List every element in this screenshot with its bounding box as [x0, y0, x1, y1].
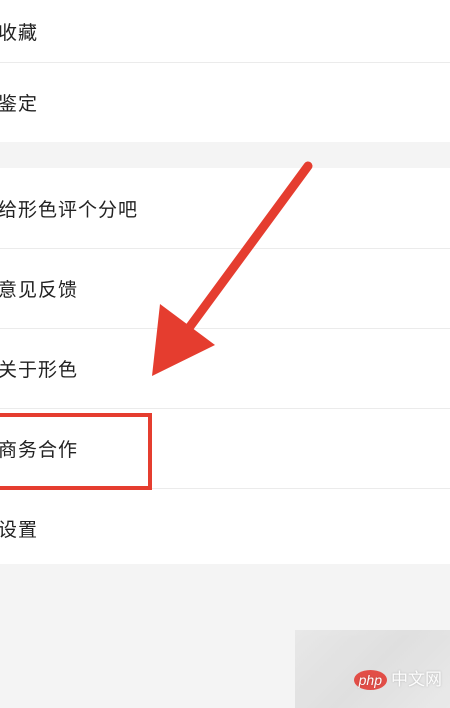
menu-item-label: 收藏 — [0, 21, 39, 44]
menu-item-feedback[interactable]: 意见反馈 — [0, 248, 450, 328]
menu-item-label: 商务合作 — [0, 439, 79, 461]
menu-item-favorites[interactable]: 收藏 — [0, 0, 450, 62]
watermark-text: php 中文网 — [353, 665, 442, 690]
menu-group-bottom: 给形色评个分吧 意见反馈 关于形色 商务合作 设置 — [0, 168, 450, 564]
watermark-logo: php — [353, 670, 387, 690]
menu-item-label: 意见反馈 — [0, 279, 79, 301]
watermark: php 中文网 — [295, 630, 450, 708]
menu-item-label: 设置 — [0, 519, 39, 541]
menu-item-rate-app[interactable]: 给形色评个分吧 — [0, 168, 450, 248]
menu-item-label: 给形色评个分吧 — [0, 198, 139, 221]
menu-item-business-cooperation[interactable]: 商务合作 — [0, 408, 450, 488]
menu-item-settings[interactable]: 设置 — [0, 488, 450, 568]
menu-item-label: 关于形色 — [0, 359, 79, 381]
menu-item-identify[interactable]: 鉴定 — [0, 62, 450, 142]
watermark-label: 中文网 — [391, 670, 442, 689]
menu-item-about[interactable]: 关于形色 — [0, 328, 450, 408]
menu-group-top: 收藏 鉴定 — [0, 0, 450, 142]
menu-item-label: 鉴定 — [0, 93, 39, 115]
